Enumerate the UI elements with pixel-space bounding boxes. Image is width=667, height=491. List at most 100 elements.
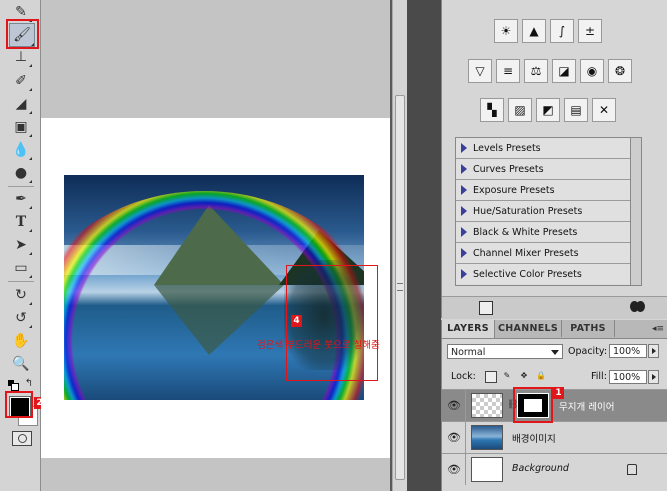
posterize-icon[interactable]: ▨: [508, 98, 532, 122]
pen-tool[interactable]: ✒: [10, 189, 32, 209]
3d-orbit-tool[interactable]: ↺: [10, 308, 32, 328]
eye-icon[interactable]: 👁: [447, 462, 461, 476]
chevron-down-icon: [551, 350, 559, 355]
black-white-icon[interactable]: ◪: [552, 59, 576, 83]
hand-tool[interactable]: ✋: [10, 331, 32, 351]
right-panels: ☀ ▲ ∫ ± ▽ ≡ ⚖ ◪ ◉ ❂ ▚ ▨ ◩ ▤ ✕ Levels Pre…: [441, 0, 667, 491]
expand-triangle-icon: [461, 227, 467, 237]
layer-thumbnail: [471, 457, 503, 482]
eye-icon[interactable]: 👁: [447, 398, 461, 412]
tool-divider: [8, 281, 34, 282]
lock-transparent-icon[interactable]: [485, 371, 497, 383]
layer-row-background[interactable]: 👁 Background: [442, 453, 667, 485]
path-selection-tool[interactable]: ➤: [10, 235, 32, 255]
preset-item[interactable]: Channel Mixer Presets: [456, 243, 630, 264]
hue-saturation-icon[interactable]: ≡: [496, 59, 520, 83]
return-to-list-icon[interactable]: [479, 301, 493, 315]
presets-list: Levels Presets Curves Presets Exposure P…: [455, 137, 631, 286]
preset-item[interactable]: Exposure Presets: [456, 180, 630, 201]
lock-all-icon[interactable]: 🔒: [536, 371, 546, 381]
threshold-icon[interactable]: ◩: [536, 98, 560, 122]
panel-menu-icon[interactable]: ◂≡: [652, 324, 664, 334]
lock-image-icon[interactable]: ✎: [502, 371, 512, 381]
eraser-icon: ◢: [15, 96, 27, 112]
zoom-icon: 🔍: [12, 356, 30, 372]
3d-orbit-icon: ↺: [15, 310, 27, 326]
preset-item[interactable]: Curves Presets: [456, 159, 630, 180]
dodge-tool[interactable]: ●: [10, 163, 32, 183]
preset-item[interactable]: Hue/Saturation Presets: [456, 201, 630, 222]
quick-mask-button[interactable]: [12, 431, 32, 446]
canvas-vertical-scrollbar[interactable]: [392, 0, 408, 491]
tab-paths[interactable]: PATHS: [562, 320, 615, 337]
photo-filter-icon[interactable]: ◉: [580, 59, 604, 83]
color-balance-icon[interactable]: ⚖: [524, 59, 548, 83]
shape-icon: ▭: [14, 260, 28, 276]
selective-color-icon[interactable]: ✕: [592, 98, 616, 122]
curves-icon[interactable]: ∫: [550, 19, 574, 43]
preset-item[interactable]: Black & White Presets: [456, 222, 630, 243]
pen-icon: ✒: [15, 191, 27, 207]
layer-name: 배경이미지: [512, 434, 556, 445]
3d-rotate-tool[interactable]: ↻: [10, 285, 32, 305]
blur-tool[interactable]: 💧: [10, 140, 32, 160]
layer-name: 무지개 레이어: [559, 402, 615, 413]
dodge-icon: ●: [14, 165, 28, 181]
clip-to-layer-icon[interactable]: [630, 301, 650, 313]
expand-triangle-icon: [461, 185, 467, 195]
gradient-tool[interactable]: ▣: [10, 117, 32, 137]
panel-gutter: [407, 0, 441, 491]
expand-triangle-icon: [461, 269, 467, 279]
eraser-tool[interactable]: ◢: [10, 94, 32, 114]
lock-label: Lock:: [451, 371, 476, 382]
type-tool[interactable]: T: [10, 212, 32, 232]
exposure-icon[interactable]: ±: [578, 19, 602, 43]
history-brush-icon: ✐: [15, 73, 27, 89]
scrollbar-grip: [397, 283, 403, 291]
gradient-icon: ▣: [14, 119, 28, 135]
lock-icon: [627, 464, 637, 475]
opacity-slider-button[interactable]: [648, 344, 659, 358]
lock-position-icon[interactable]: ✥: [519, 371, 529, 381]
expand-triangle-icon: [461, 248, 467, 258]
clone-stamp-tool[interactable]: ⊥: [10, 47, 32, 67]
fill-input[interactable]: 100%: [609, 370, 647, 384]
layer-thumbnail: [471, 425, 503, 450]
tab-layers[interactable]: LAYERS: [442, 320, 495, 338]
layer-thumbnail: [471, 393, 503, 418]
swap-colors-button[interactable]: ↰: [22, 376, 36, 390]
preset-item[interactable]: Levels Presets: [456, 138, 630, 159]
opacity-input[interactable]: 100%: [609, 344, 647, 358]
vibrance-icon[interactable]: ▽: [468, 59, 492, 83]
hand-icon: ✋: [12, 333, 30, 349]
channel-mixer-icon[interactable]: ❂: [608, 59, 632, 83]
expand-triangle-icon: [461, 164, 467, 174]
levels-icon[interactable]: ▲: [522, 19, 546, 43]
tab-channels[interactable]: CHANNELS: [495, 320, 562, 337]
stamp-icon: ⊥: [14, 49, 28, 65]
3d-rotate-icon: ↻: [15, 287, 27, 303]
expand-triangle-icon: [461, 143, 467, 153]
brightness-contrast-icon[interactable]: ☀: [494, 19, 518, 43]
presets-scrollbar[interactable]: [631, 137, 642, 286]
path-select-icon: ➤: [15, 237, 27, 253]
default-colors-button[interactable]: [8, 380, 19, 391]
eye-divider: [465, 454, 466, 485]
invert-icon[interactable]: ▚: [480, 98, 504, 122]
adjustment-row-3: ▚ ▨ ◩ ▤ ✕: [480, 98, 616, 122]
zoom-tool[interactable]: 🔍: [10, 354, 32, 374]
fill-slider-button[interactable]: [648, 370, 659, 384]
annotation-tag-4: 4: [291, 315, 302, 327]
fill-label: Fill:: [591, 371, 607, 382]
shape-tool[interactable]: ▭: [10, 258, 32, 278]
blur-icon: 💧: [12, 142, 30, 158]
history-brush-tool[interactable]: ✐: [10, 71, 32, 91]
gradient-map-icon[interactable]: ▤: [564, 98, 588, 122]
canvas-area[interactable]: 4 검은색 부드러운 붓으로 칠해줌: [41, 0, 408, 491]
layer-name: Background: [512, 463, 569, 474]
eye-icon[interactable]: 👁: [447, 430, 461, 444]
eye-divider: [465, 422, 466, 453]
blend-mode-select[interactable]: Normal: [447, 344, 563, 359]
layer-row-bg-image[interactable]: 👁 배경이미지: [442, 421, 667, 453]
preset-item[interactable]: Selective Color Presets: [456, 264, 630, 284]
